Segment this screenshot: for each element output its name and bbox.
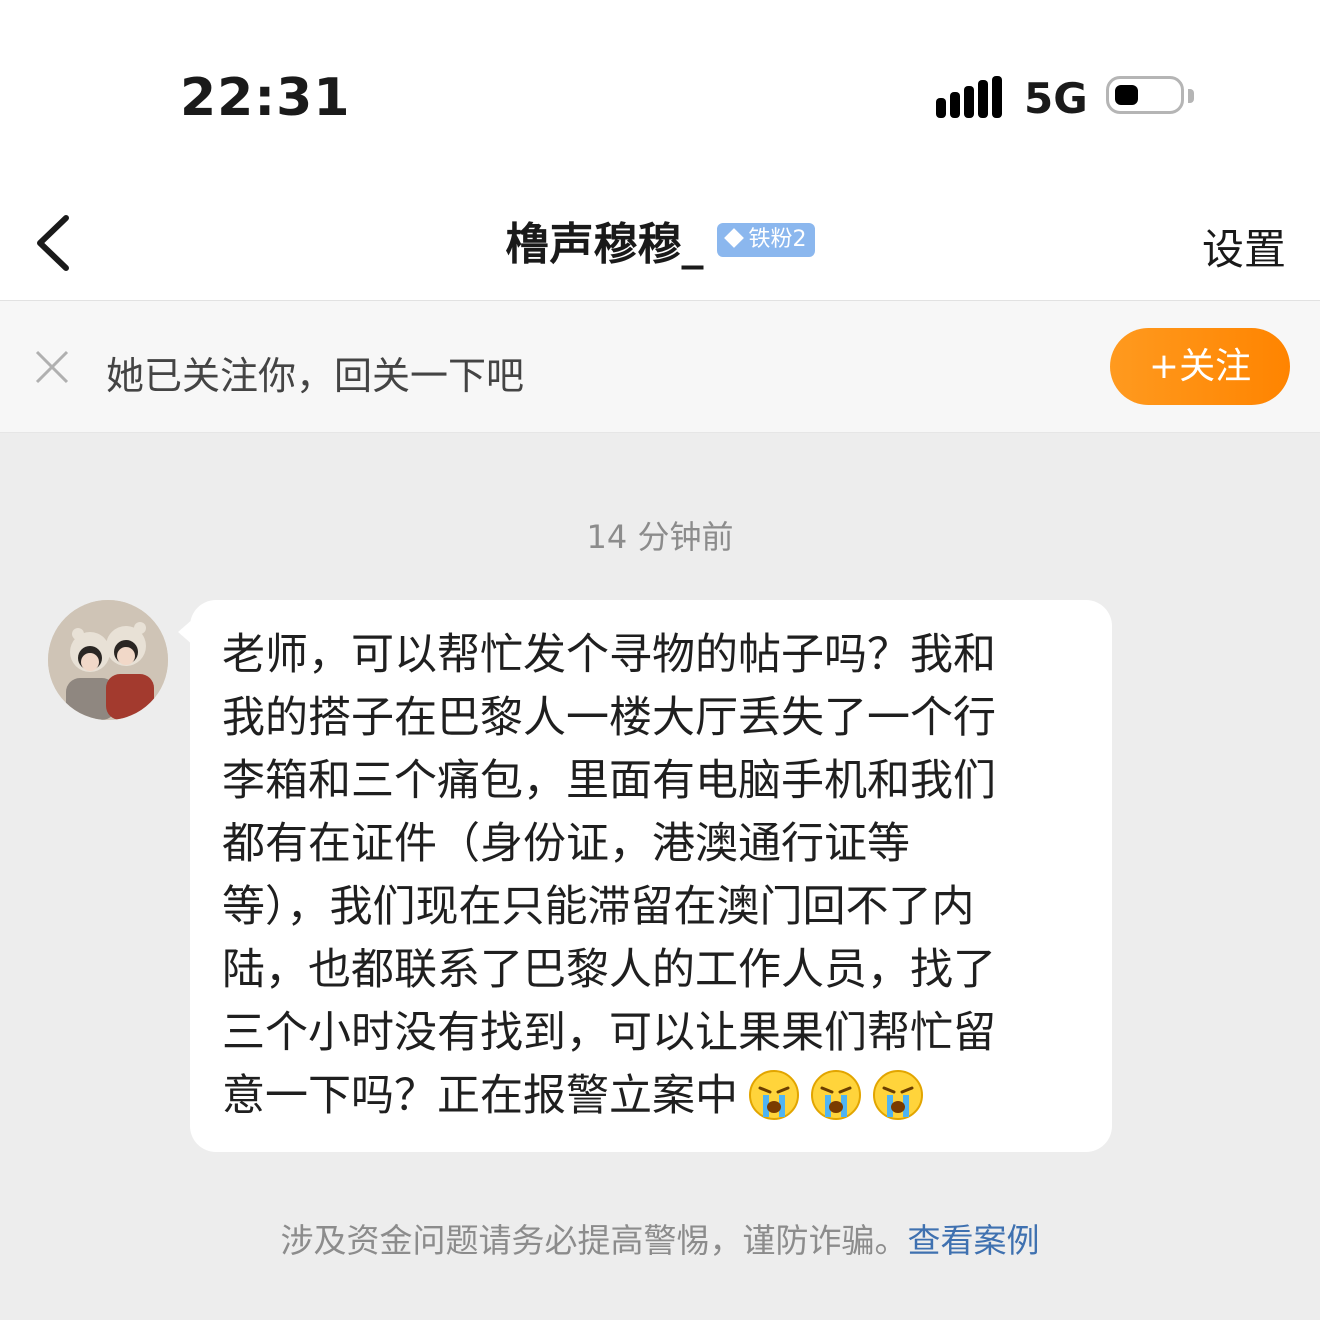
view-cases-link[interactable]: 查看案例 — [908, 1221, 1040, 1260]
message-bubble[interactable]: 老师，可以帮忙发个寻物的帖子吗？我和 我的搭子在巴黎人一楼大厅丢失了一个行 李箱… — [190, 600, 1112, 1152]
message-timestamp: 14 分钟前 — [586, 518, 734, 556]
fan-badge-label: 铁粉2 — [748, 227, 807, 252]
message-line: 意一下吗？正在报警立案中 — [222, 1071, 738, 1121]
fraud-warning: 涉及资金问题请务必提高警惕，谨防诈骗。查看案例 — [0, 1214, 1320, 1262]
message-line: 我的搭子在巴黎人一楼大厅丢失了一个行 — [222, 693, 996, 743]
message-line: 三个小时没有找到，可以让果果们帮忙留 — [222, 1008, 996, 1058]
diamond-icon — [723, 228, 744, 248]
signal-icon — [936, 76, 1002, 118]
battery-level — [1115, 85, 1138, 105]
network-type: 5G — [1024, 74, 1088, 123]
avatar-image — [48, 600, 168, 720]
message-line: 都有在证件（身份证，港澳通行证等 — [222, 819, 910, 869]
battery-cap — [1188, 89, 1194, 103]
status-time: 22:31 — [180, 68, 351, 128]
message-line: 等），我们现在只能滞留在澳门回不了内 — [222, 882, 975, 932]
message-line: 李箱和三个痛包，里面有电脑手机和我们 — [222, 756, 996, 806]
fraud-warning-text: 涉及资金问题请务必提高警惕，谨防诈骗。 — [280, 1221, 908, 1260]
follow-prompt-text: 她已关注你，回关一下吧 — [106, 354, 525, 398]
battery-icon — [1106, 76, 1184, 114]
contact-name[interactable]: 橹声穆穆_ — [505, 219, 703, 270]
follow-back-button[interactable]: +关注 — [1110, 328, 1290, 405]
message-line-last: 意一下吗？正在报警立案中 — [222, 1065, 1082, 1128]
settings-button[interactable]: 设置 — [1202, 216, 1286, 277]
title-wrap: 橹声穆穆_ 铁粉2 — [0, 208, 1320, 272]
close-icon[interactable] — [34, 349, 70, 385]
status-bar: 22:31 5G — [0, 0, 1320, 190]
crying-face-icon — [873, 1069, 923, 1120]
chat-header: 橹声穆穆_ 铁粉2 设置 — [0, 190, 1320, 301]
crying-face-icon — [749, 1069, 799, 1120]
message-line: 陆，也都联系了巴黎人的工作人员，找了 — [222, 945, 996, 995]
fan-badge: 铁粉2 — [716, 223, 815, 257]
crying-face-icon — [811, 1069, 861, 1120]
follow-prompt-bar: 她已关注你，回关一下吧 +关注 — [0, 301, 1320, 433]
message-line: 老师，可以帮忙发个寻物的帖子吗？我和 — [222, 630, 996, 680]
avatar[interactable] — [48, 600, 168, 720]
